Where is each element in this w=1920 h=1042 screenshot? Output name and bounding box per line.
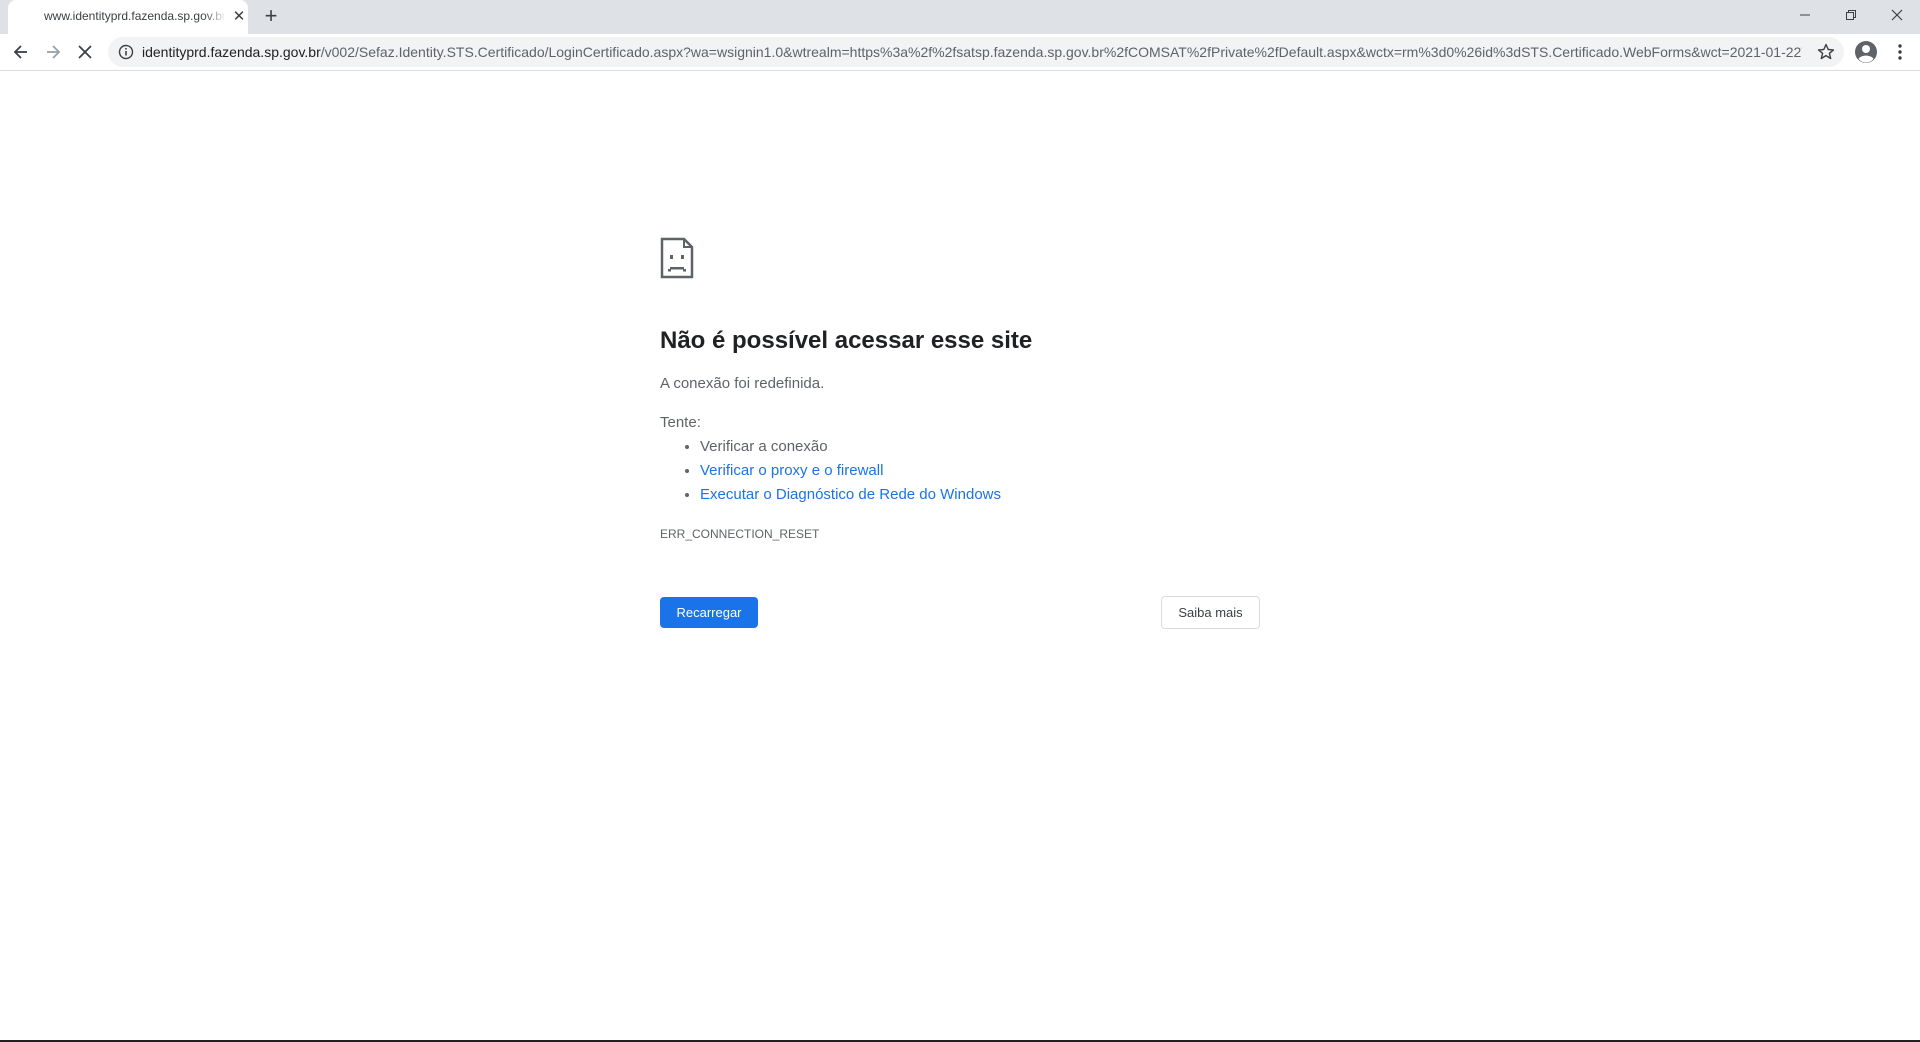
url-text[interactable]: identityprd.fazenda.sp.gov.br/v002/Sefaz… — [142, 44, 1802, 60]
list-item: Verificar a conexão — [700, 435, 1001, 459]
kebab-menu-icon[interactable] — [1888, 40, 1912, 64]
back-button[interactable] — [8, 39, 34, 65]
suggestion-check-connection: Verificar a conexão — [700, 438, 828, 455]
minimize-button[interactable] — [1782, 0, 1828, 30]
bookmark-star-icon[interactable] — [1816, 42, 1836, 62]
site-info-icon[interactable] — [118, 44, 134, 60]
error-description: A conexão foi redefinida. — [660, 375, 825, 392]
suggestion-proxy-firewall-link[interactable]: Verificar o proxy e o firewall — [700, 462, 883, 479]
url-path: /v002/Sefaz.Identity.STS.Certificado/Log… — [320, 44, 1802, 60]
list-item: Verificar o proxy e o firewall — [700, 459, 1001, 483]
arrow-left-icon — [13, 45, 27, 59]
arrow-right-icon — [47, 45, 61, 59]
reload-button[interactable]: Recarregar — [660, 597, 758, 628]
tab-title: www.identityprd.fazenda.sp.gov.br — [44, 9, 224, 23]
suggestions-list: Verificar a conexão Verificar o proxy e … — [660, 435, 1001, 507]
sad-document-icon — [660, 237, 694, 279]
list-item: Executar o Diagnóstico de Rede do Window… — [700, 483, 1001, 507]
browser-toolbar: identityprd.fazenda.sp.gov.br/v002/Sefaz… — [0, 34, 1920, 71]
close-icon — [1891, 9, 1903, 21]
minimize-icon — [1800, 14, 1810, 16]
stop-loading-button[interactable] — [72, 39, 98, 65]
tab-title-fade — [204, 6, 226, 28]
tab-strip: www.identityprd.fazenda.sp.gov.br ✕ + — [0, 0, 1920, 34]
url-host: identityprd.fazenda.sp.gov.br — [142, 44, 321, 60]
page-content — [0, 71, 1920, 1040]
error-code: ERR_CONNECTION_RESET — [660, 527, 820, 541]
tab-close-icon[interactable]: ✕ — [230, 8, 248, 26]
address-bar[interactable]: identityprd.fazenda.sp.gov.br/v002/Sefaz… — [108, 37, 1844, 67]
restore-icon — [1846, 10, 1856, 20]
close-window-button[interactable] — [1874, 0, 1920, 30]
profile-avatar-icon[interactable] — [1854, 40, 1878, 64]
new-tab-button[interactable]: + — [260, 5, 282, 28]
browser-tab[interactable]: www.identityprd.fazenda.sp.gov.br ✕ — [8, 0, 248, 34]
try-label: Tente: — [660, 414, 701, 431]
forward-button[interactable] — [40, 39, 66, 65]
suggestion-network-diagnostics-link[interactable]: Executar o Diagnóstico de Rede do Window… — [700, 486, 1001, 503]
stop-x-icon — [78, 45, 92, 59]
error-title: Não é possível acessar esse site — [660, 327, 1033, 354]
learn-more-button[interactable]: Saiba mais — [1161, 596, 1260, 629]
restore-button[interactable] — [1828, 0, 1874, 30]
